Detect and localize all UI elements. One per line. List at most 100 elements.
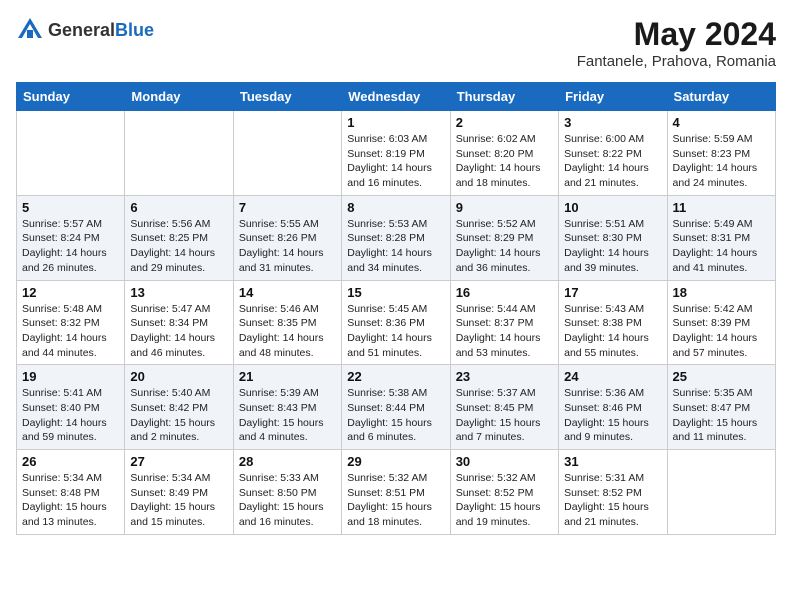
table-row: 27 Sunrise: 5:34 AMSunset: 8:49 PMDayligh…	[125, 450, 233, 535]
table-row: 21Sunrise: 5:39 AMSunset: 8:43 PMDayligh…	[233, 365, 341, 450]
day-info: Sunrise: 5:41 AMSunset: 8:40 PMDaylight:…	[22, 386, 119, 445]
table-row: 6 Sunrise: 5:56 AMSunset: 8:25 PMDaylight…	[125, 195, 233, 280]
table-row: 8Sunrise: 5:53 AMSunset: 8:28 PMDaylight…	[342, 195, 450, 280]
col-tuesday: Tuesday	[233, 83, 341, 111]
day-number: 31	[564, 454, 661, 469]
day-number: 19	[22, 369, 119, 384]
table-row: 18 Sunrise: 5:42 AMSunset: 8:39 PMDayligh…	[667, 280, 775, 365]
day-number: 10	[564, 200, 661, 215]
day-number: 7	[239, 200, 336, 215]
calendar-week-row: 19 Sunrise: 5:41 AMSunset: 8:40 PMDayligh…	[17, 365, 776, 450]
table-row: 1Sunrise: 6:03 AMSunset: 8:19 PMDaylight…	[342, 111, 450, 196]
day-number: 25	[673, 369, 770, 384]
table-row: 23 Sunrise: 5:37 AMSunset: 8:45 PMDayligh…	[450, 365, 558, 450]
day-info: Sunrise: 5:57 AMSunset: 8:24 PMDaylight:…	[22, 217, 119, 276]
day-info: Sunrise: 5:33 AMSunset: 8:50 PMDaylight:…	[239, 471, 336, 530]
calendar-header-row: Sunday Monday Tuesday Wednesday Thursday…	[17, 83, 776, 111]
table-row	[233, 111, 341, 196]
table-row: 30 Sunrise: 5:32 AMSunset: 8:52 PMDayligh…	[450, 450, 558, 535]
day-info: Sunrise: 5:56 AMSunset: 8:25 PMDaylight:…	[130, 217, 227, 276]
logo-icon	[16, 16, 44, 44]
table-row: 19 Sunrise: 5:41 AMSunset: 8:40 PMDayligh…	[17, 365, 125, 450]
table-row: 4 Sunrise: 5:59 AMSunset: 8:23 PMDaylight…	[667, 111, 775, 196]
calendar-week-row: 5 Sunrise: 5:57 AMSunset: 8:24 PMDaylight…	[17, 195, 776, 280]
table-row: 10 Sunrise: 5:51 AMSunset: 8:30 PMDayligh…	[559, 195, 667, 280]
col-sunday: Sunday	[17, 83, 125, 111]
day-number: 9	[456, 200, 553, 215]
table-row	[125, 111, 233, 196]
day-number: 20	[130, 369, 227, 384]
day-info: Sunrise: 6:02 AMSunset: 8:20 PMDaylight:…	[456, 132, 553, 191]
calendar-week-row: 1Sunrise: 6:03 AMSunset: 8:19 PMDaylight…	[17, 111, 776, 196]
day-number: 22	[347, 369, 444, 384]
table-row: 5 Sunrise: 5:57 AMSunset: 8:24 PMDaylight…	[17, 195, 125, 280]
day-number: 18	[673, 285, 770, 300]
day-number: 17	[564, 285, 661, 300]
day-info: Sunrise: 5:35 AMSunset: 8:47 PMDaylight:…	[673, 386, 770, 445]
day-number: 23	[456, 369, 553, 384]
day-number: 3	[564, 115, 661, 130]
day-number: 24	[564, 369, 661, 384]
title-block: May 2024 Fantanele, Prahova, Romania	[577, 16, 776, 70]
day-info: Sunrise: 5:49 AMSunset: 8:31 PMDaylight:…	[673, 217, 770, 276]
page-header: GeneralBlue May 2024 Fantanele, Prahova,…	[16, 16, 776, 70]
location: Fantanele, Prahova, Romania	[577, 53, 776, 70]
day-info: Sunrise: 5:37 AMSunset: 8:45 PMDaylight:…	[456, 386, 553, 445]
day-number: 21	[239, 369, 336, 384]
day-number: 5	[22, 200, 119, 215]
table-row: 22 Sunrise: 5:38 AMSunset: 8:44 PMDayligh…	[342, 365, 450, 450]
day-info: Sunrise: 5:32 AMSunset: 8:52 PMDaylight:…	[456, 471, 553, 530]
day-info: Sunrise: 5:32 AMSunset: 8:51 PMDaylight:…	[347, 471, 444, 530]
day-number: 8	[347, 200, 444, 215]
day-info: Sunrise: 5:48 AMSunset: 8:32 PMDaylight:…	[22, 302, 119, 361]
col-wednesday: Wednesday	[342, 83, 450, 111]
col-monday: Monday	[125, 83, 233, 111]
table-row: 9 Sunrise: 5:52 AMSunset: 8:29 PMDaylight…	[450, 195, 558, 280]
day-info: Sunrise: 5:47 AMSunset: 8:34 PMDaylight:…	[130, 302, 227, 361]
table-row: 3 Sunrise: 6:00 AMSunset: 8:22 PMDaylight…	[559, 111, 667, 196]
day-number: 15	[347, 285, 444, 300]
day-info: Sunrise: 5:46 AMSunset: 8:35 PMDaylight:…	[239, 302, 336, 361]
day-info: Sunrise: 5:52 AMSunset: 8:29 PMDaylight:…	[456, 217, 553, 276]
day-info: Sunrise: 5:51 AMSunset: 8:30 PMDaylight:…	[564, 217, 661, 276]
day-info: Sunrise: 5:43 AMSunset: 8:38 PMDaylight:…	[564, 302, 661, 361]
day-info: Sunrise: 5:59 AMSunset: 8:23 PMDaylight:…	[673, 132, 770, 191]
day-number: 14	[239, 285, 336, 300]
col-thursday: Thursday	[450, 83, 558, 111]
table-row	[667, 450, 775, 535]
table-row: 2 Sunrise: 6:02 AMSunset: 8:20 PMDaylight…	[450, 111, 558, 196]
day-info: Sunrise: 5:40 AMSunset: 8:42 PMDaylight:…	[130, 386, 227, 445]
table-row: 16 Sunrise: 5:44 AMSunset: 8:37 PMDayligh…	[450, 280, 558, 365]
logo-blue: Blue	[115, 20, 154, 40]
table-row: 14 Sunrise: 5:46 AMSunset: 8:35 PMDayligh…	[233, 280, 341, 365]
logo: GeneralBlue	[16, 16, 154, 44]
day-info: Sunrise: 5:36 AMSunset: 8:46 PMDaylight:…	[564, 386, 661, 445]
table-row: 25 Sunrise: 5:35 AMSunset: 8:47 PMDayligh…	[667, 365, 775, 450]
table-row: 29Sunrise: 5:32 AMSunset: 8:51 PMDayligh…	[342, 450, 450, 535]
day-info: Sunrise: 6:03 AMSunset: 8:19 PMDaylight:…	[347, 132, 444, 191]
day-info: Sunrise: 5:34 AMSunset: 8:49 PMDaylight:…	[130, 471, 227, 530]
day-info: Sunrise: 5:44 AMSunset: 8:37 PMDaylight:…	[456, 302, 553, 361]
table-row: 7 Sunrise: 5:55 AMSunset: 8:26 PMDaylight…	[233, 195, 341, 280]
table-row: 11Sunrise: 5:49 AMSunset: 8:31 PMDayligh…	[667, 195, 775, 280]
calendar-table: Sunday Monday Tuesday Wednesday Thursday…	[16, 82, 776, 535]
day-number: 4	[673, 115, 770, 130]
month-year: May 2024	[577, 16, 776, 53]
day-number: 16	[456, 285, 553, 300]
day-number: 13	[130, 285, 227, 300]
day-info: Sunrise: 5:45 AMSunset: 8:36 PMDaylight:…	[347, 302, 444, 361]
day-number: 28	[239, 454, 336, 469]
table-row: 24 Sunrise: 5:36 AMSunset: 8:46 PMDayligh…	[559, 365, 667, 450]
day-info: Sunrise: 6:00 AMSunset: 8:22 PMDaylight:…	[564, 132, 661, 191]
table-row: 20 Sunrise: 5:40 AMSunset: 8:42 PMDayligh…	[125, 365, 233, 450]
day-number: 30	[456, 454, 553, 469]
calendar-week-row: 26Sunrise: 5:34 AMSunset: 8:48 PMDayligh…	[17, 450, 776, 535]
day-number: 27	[130, 454, 227, 469]
day-info: Sunrise: 5:42 AMSunset: 8:39 PMDaylight:…	[673, 302, 770, 361]
day-number: 2	[456, 115, 553, 130]
day-number: 6	[130, 200, 227, 215]
day-info: Sunrise: 5:38 AMSunset: 8:44 PMDaylight:…	[347, 386, 444, 445]
table-row: 15 Sunrise: 5:45 AMSunset: 8:36 PMDayligh…	[342, 280, 450, 365]
day-info: Sunrise: 5:55 AMSunset: 8:26 PMDaylight:…	[239, 217, 336, 276]
table-row: 13 Sunrise: 5:47 AMSunset: 8:34 PMDayligh…	[125, 280, 233, 365]
